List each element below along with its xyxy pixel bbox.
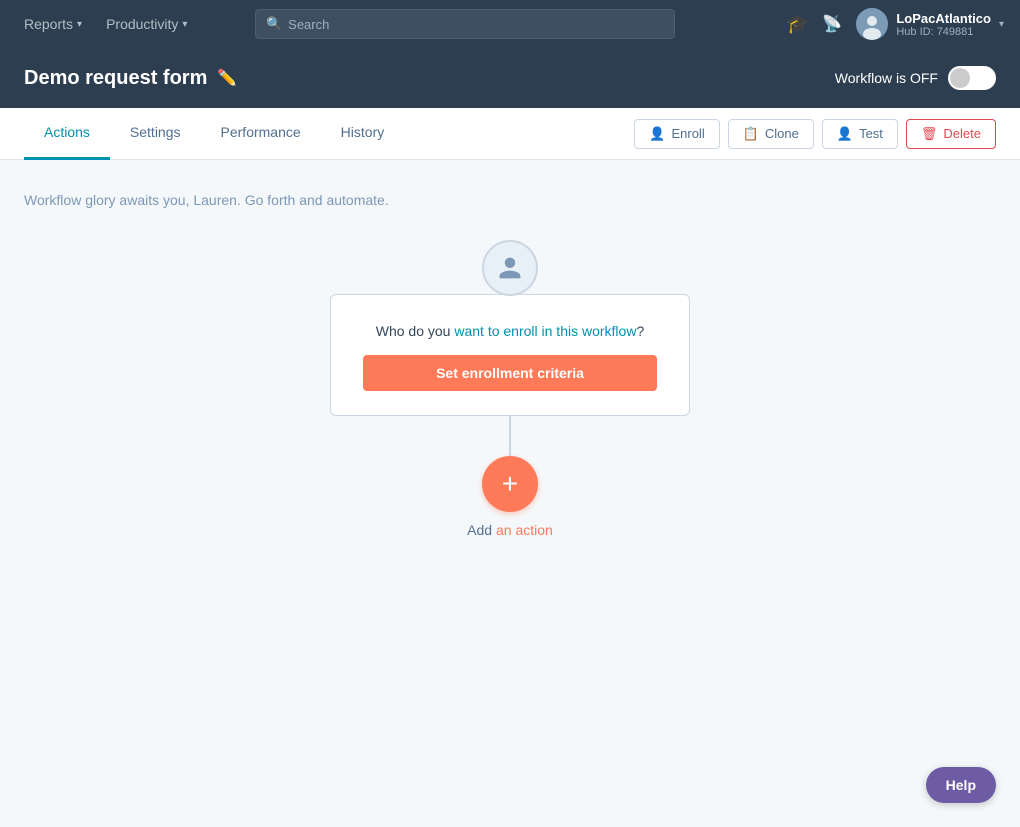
tab-history[interactable]: History [321,108,405,160]
user-menu[interactable]: LoPacAtlantico Hub ID: 749881 ▾ [856,8,1004,40]
delete-button[interactable]: 🗑 Delete [906,119,996,149]
plus-icon: + [502,468,518,500]
set-criteria-button[interactable]: Set enrollment criteria [363,355,657,391]
search-icon: 🔍 [266,16,282,32]
test-button[interactable]: 👤 Test [822,119,898,149]
workflow-toggle[interactable] [948,66,996,90]
workflow-canvas: Who do you want to enroll in this workfl… [24,240,996,538]
user-chevron-icon: ▾ [999,19,1004,30]
hub-id: Hub ID: 749881 [896,26,973,38]
sub-header: Demo request form ✏️ Workflow is OFF [0,48,1020,108]
clone-button[interactable]: 📋 Clone [728,119,814,149]
add-action-wrap[interactable]: + Add an action [467,456,553,538]
broadcast-icon[interactable]: 📡 [822,14,842,34]
help-button[interactable]: Help [926,767,996,803]
person-plus-icon: 👤 [649,126,665,142]
clone-icon: 📋 [743,126,759,142]
avatar [856,8,888,40]
tabs-bar: Actions Settings Performance History 👤 E… [0,108,1020,160]
enroll-button[interactable]: 👤 Enroll [634,119,719,149]
workflow-title-wrap: Demo request form ✏️ [24,67,237,90]
workflow-off-label: Workflow is OFF [835,70,938,86]
tagline: Workflow glory awaits you, Lauren. Go fo… [24,192,996,208]
tab-actions[interactable]: Actions [24,108,110,160]
nav-productivity[interactable]: Productivity ▾ [98,12,195,36]
person-icon [497,255,523,281]
enrollment-icon-wrap [482,240,538,296]
enrollment-question: Who do you want to enroll in this workfl… [376,323,644,339]
nav-right: 🎓 📡 LoPacAtlantico Hub ID: 749881 ▾ [786,8,1004,40]
edit-icon[interactable]: ✏️ [217,68,237,88]
test-icon: 👤 [837,126,853,142]
workflow-title: Demo request form [24,67,207,90]
toggle-knob [950,68,970,88]
workflow-status: Workflow is OFF [835,66,996,90]
tab-performance[interactable]: Performance [201,108,321,160]
add-action-button[interactable]: + [482,456,538,512]
search-bar[interactable]: 🔍 Search [255,9,675,39]
chevron-down-icon: ▾ [77,19,82,30]
main-content: Workflow glory awaits you, Lauren. Go fo… [0,160,1020,827]
add-action-label: Add an action [467,522,553,538]
connector-line [509,416,511,456]
chevron-down-icon: ▾ [182,19,187,30]
trash-icon: 🗑 [921,126,938,142]
tab-settings[interactable]: Settings [110,108,201,160]
tabs-left: Actions Settings Performance History [24,108,404,160]
nav-reports-label: Reports [24,16,73,32]
graduation-cap-icon[interactable]: 🎓 [786,14,808,35]
search-placeholder: Search [288,17,329,32]
enrollment-card: Who do you want to enroll in this workfl… [330,294,690,416]
nav-productivity-label: Productivity [106,16,178,32]
nav-reports[interactable]: Reports ▾ [16,12,90,36]
tabs-right: 👤 Enroll 📋 Clone 👤 Test 🗑 Delete [634,119,996,149]
top-nav: Reports ▾ Productivity ▾ 🔍 Search 🎓 📡 Lo… [0,0,1020,48]
user-text: LoPacAtlantico Hub ID: 749881 [896,11,991,38]
user-name: LoPacAtlantico [896,11,991,26]
